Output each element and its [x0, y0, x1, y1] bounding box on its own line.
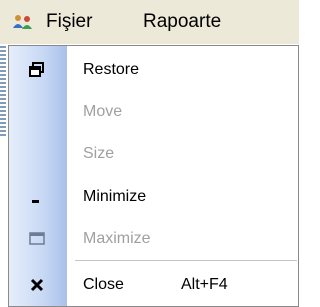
maximize-icon: [27, 229, 47, 249]
menu-bar: Fişier Rapoarte: [0, 0, 299, 44]
close-icon: [27, 275, 47, 295]
menu-item-minimize[interactable]: Minimize: [9, 177, 298, 217]
menu-item-label: Close: [83, 276, 124, 293]
menu-item-label: Move: [83, 103, 123, 120]
menu-item-move[interactable]: Move: [9, 92, 298, 132]
menu-item-label: Size: [83, 145, 115, 162]
menu-item-size[interactable]: Size: [9, 134, 298, 174]
menu-item-label: Minimize: [83, 188, 147, 205]
menu-item-label: Maximize: [83, 230, 151, 247]
menu-item-maximize[interactable]: Maximize: [9, 219, 298, 259]
menu-fisier[interactable]: Fişier: [46, 8, 92, 36]
menu-rapoarte[interactable]: Rapoarte: [143, 8, 221, 36]
app-users-icon[interactable]: [12, 14, 34, 30]
system-menu: Restore Move Size Minimize Maximize Clos…: [8, 45, 299, 307]
menu-item-label: Restore: [83, 61, 140, 78]
menu-item-close[interactable]: Close Alt+F4: [9, 265, 298, 305]
menu-separator: [75, 260, 297, 261]
restore-icon: [27, 60, 47, 80]
shortcut-label: Alt+F4: [181, 276, 228, 293]
minimize-icon: [27, 187, 47, 207]
menu-item-restore[interactable]: Restore: [9, 50, 298, 90]
toolbar-grip: [0, 46, 6, 136]
